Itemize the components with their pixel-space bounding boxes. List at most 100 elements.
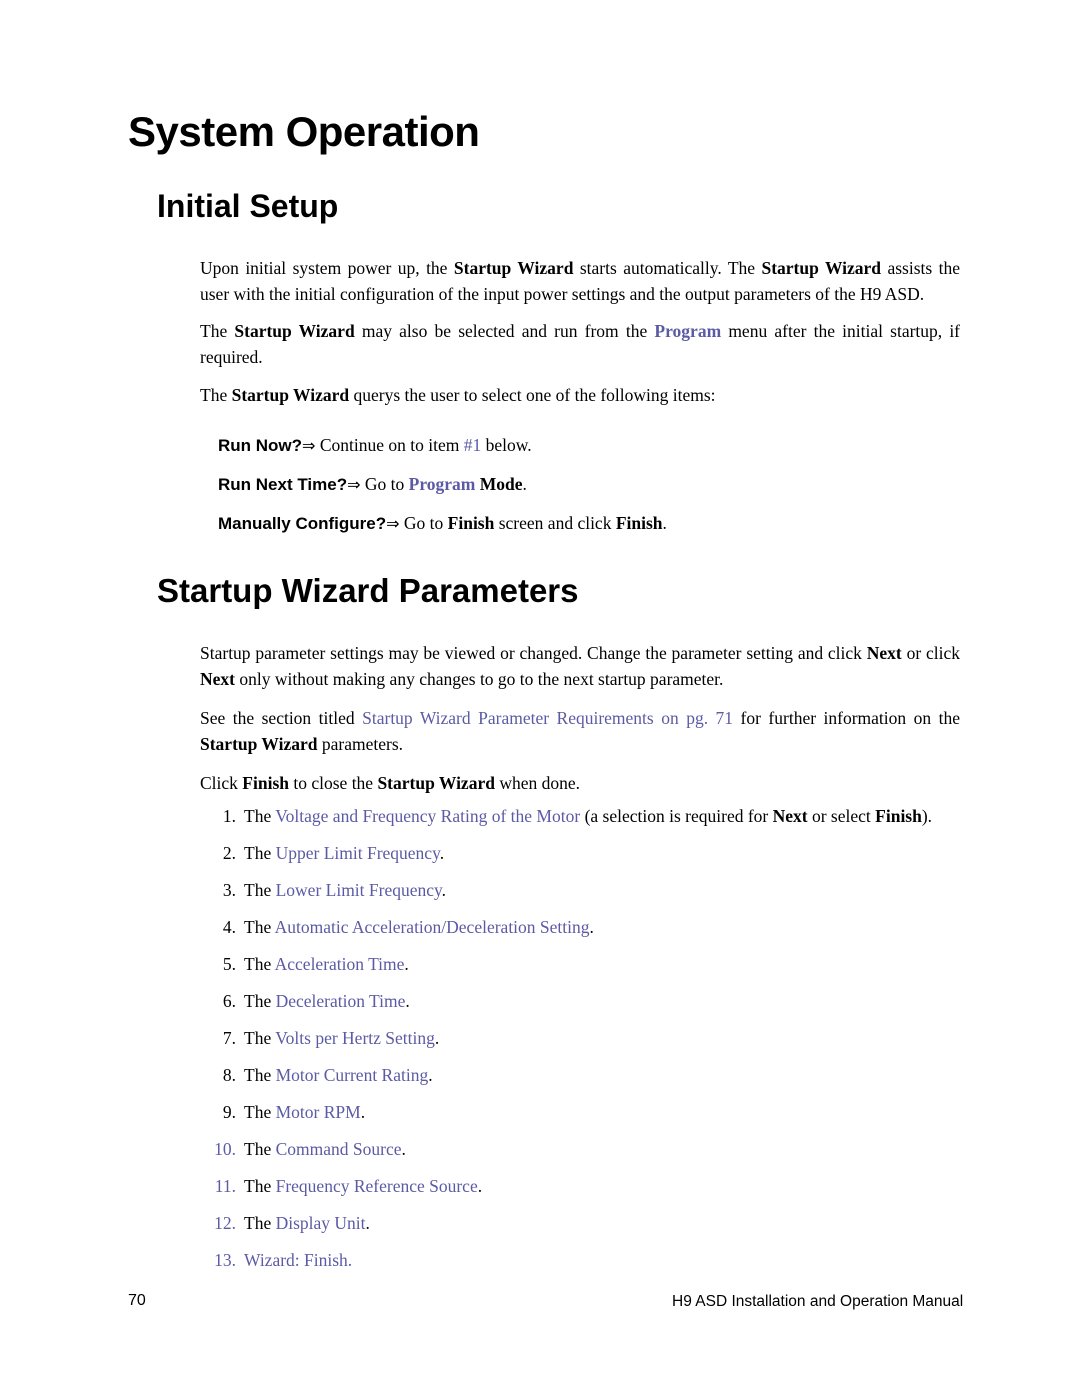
section-heading-initial-setup: Initial Setup bbox=[157, 188, 339, 224]
text-run: (a selection is required for bbox=[580, 806, 773, 826]
list-item-number: 11. bbox=[214, 1176, 236, 1196]
list-item-number: 9. bbox=[222, 1102, 236, 1122]
list-item: 10. The Command Source. bbox=[200, 1139, 960, 1176]
text-run: The bbox=[244, 1213, 276, 1233]
query-label: Run Next Time? bbox=[218, 475, 348, 494]
text-run: . bbox=[404, 954, 409, 974]
text-run: for further information on the bbox=[733, 708, 960, 728]
text-run: The bbox=[244, 1176, 276, 1196]
text-run: Continue on to item bbox=[315, 435, 464, 455]
text-run: See the section titled bbox=[200, 708, 363, 728]
text-run: parameters. bbox=[317, 734, 404, 754]
text-run: . bbox=[360, 1102, 366, 1122]
list-item-text: The Acceleration Time. bbox=[244, 954, 960, 975]
text-run-bold: Next bbox=[772, 806, 808, 826]
text-run: The bbox=[200, 385, 232, 405]
footer-page-number: 70 bbox=[128, 1292, 146, 1309]
query-item-run-next-time: Run Next Time?⇒ Go to Program Mode. bbox=[218, 471, 527, 498]
text-run: . bbox=[589, 917, 594, 937]
list-item-text: The Motor Current Rating. bbox=[244, 1065, 960, 1086]
query-item-run-now: Run Now?⇒ Continue on to item #1 below. bbox=[218, 432, 532, 459]
text-run-bold: Startup Wizard bbox=[231, 385, 350, 405]
list-item: 5. The Acceleration Time. bbox=[200, 954, 960, 991]
text-run: . bbox=[662, 513, 667, 533]
cross-reference-link[interactable]: Deceleration Time bbox=[276, 991, 406, 1011]
cross-reference-link[interactable]: Automatic Acceleration/Deceleration Sett… bbox=[275, 917, 590, 937]
text-run-bold: Startup Wizard bbox=[761, 258, 882, 278]
cross-reference-link[interactable]: Program bbox=[409, 474, 476, 494]
document-page: System Operation Initial Setup Upon init… bbox=[0, 0, 1080, 1397]
text-run: Go to bbox=[399, 513, 448, 533]
cross-reference-link[interactable]: Volts per Hertz Setting bbox=[275, 1028, 435, 1048]
text-run: Go to bbox=[360, 474, 409, 494]
list-item-text: The Command Source. bbox=[244, 1139, 960, 1160]
section-heading-startup-wizard-parameters: Startup Wizard Parameters bbox=[157, 572, 579, 609]
list-item-number: 6. bbox=[222, 991, 236, 1011]
text-run-bold: Startup Wizard bbox=[200, 734, 318, 754]
paragraph-see-section: See the section titled Startup Wizard Pa… bbox=[200, 705, 960, 757]
text-run-bold: Next bbox=[200, 669, 235, 689]
list-item-number: 13. bbox=[214, 1250, 236, 1270]
text-run: . bbox=[347, 1250, 353, 1270]
list-item-text: The Volts per Hertz Setting. bbox=[244, 1028, 960, 1049]
cross-reference-link[interactable]: Acceleration Time bbox=[275, 954, 405, 974]
list-item: 2. The Upper Limit Frequency. bbox=[200, 843, 960, 880]
paragraph-parameter-settings: Startup parameter settings may be viewed… bbox=[200, 640, 960, 692]
text-run-bold: Finish bbox=[615, 513, 663, 533]
text-run: . bbox=[365, 1213, 370, 1233]
cross-reference-link[interactable]: Frequency Reference Source bbox=[276, 1176, 478, 1196]
text-run: The bbox=[244, 917, 275, 937]
text-run-bold: Mode bbox=[479, 474, 523, 494]
list-item: 4. The Automatic Acceleration/Decelerati… bbox=[200, 917, 960, 954]
list-item-text: The Automatic Acceleration/Deceleration … bbox=[244, 917, 960, 938]
list-item: 7. The Volts per Hertz Setting. bbox=[200, 1028, 960, 1065]
text-run-bold: Finish bbox=[447, 513, 495, 533]
cross-reference-link[interactable]: Startup Wizard Parameter Requirements on… bbox=[362, 708, 733, 728]
list-item-text: The Deceleration Time. bbox=[244, 991, 960, 1012]
text-run: when done. bbox=[494, 773, 581, 793]
text-run: below. bbox=[481, 435, 532, 455]
text-run: . bbox=[428, 1065, 433, 1085]
text-run: The bbox=[244, 843, 276, 863]
paragraph-startup-wizard-intro: Upon initial system power up, the Startu… bbox=[200, 255, 960, 307]
list-item-number: 1. bbox=[222, 806, 236, 826]
text-run: The bbox=[244, 991, 276, 1011]
cross-reference-link[interactable]: Voltage and Frequency Rating of the Moto… bbox=[275, 806, 580, 826]
text-run: . bbox=[439, 843, 445, 863]
list-item-text: The Lower Limit Frequency. bbox=[244, 880, 960, 901]
text-run: The bbox=[244, 880, 276, 900]
cross-reference-link[interactable]: Wizard: Finish bbox=[244, 1250, 348, 1270]
cross-reference-link[interactable]: Display Unit bbox=[276, 1213, 366, 1233]
list-item: 12. The Display Unit. bbox=[200, 1213, 960, 1250]
list-item-number: 4. bbox=[222, 917, 236, 937]
list-item-text: The Frequency Reference Source. bbox=[244, 1176, 960, 1197]
text-run: Startup parameter settings may be viewed… bbox=[200, 643, 867, 663]
text-run: The bbox=[244, 1139, 276, 1159]
cross-reference-link[interactable]: Program bbox=[654, 321, 721, 341]
text-run: The bbox=[244, 954, 275, 974]
text-run-bold: Finish bbox=[242, 773, 289, 793]
list-item: 6. The Deceleration Time. bbox=[200, 991, 960, 1028]
text-run: may also be selected and run from the bbox=[354, 321, 655, 341]
cross-reference-link[interactable]: #1 bbox=[464, 435, 482, 455]
text-run: querys the user to select one of the fol… bbox=[349, 385, 716, 405]
text-run: or select bbox=[807, 806, 876, 826]
text-run: The bbox=[244, 806, 276, 826]
cross-reference-link[interactable]: Upper Limit Frequency bbox=[276, 843, 440, 863]
text-run: or click bbox=[901, 643, 960, 663]
implies-arrow-icon: ⇒ bbox=[347, 475, 361, 494]
text-run: only without making any changes to go to… bbox=[234, 669, 724, 689]
list-item-number: 2. bbox=[222, 843, 236, 863]
cross-reference-link[interactable]: Lower Limit Frequency bbox=[276, 880, 442, 900]
list-item: 11. The Frequency Reference Source. bbox=[200, 1176, 960, 1213]
text-run: The bbox=[200, 321, 235, 341]
text-run: to close the bbox=[289, 773, 378, 793]
text-run: ). bbox=[921, 806, 933, 826]
text-run-bold: Startup Wizard bbox=[377, 773, 495, 793]
text-run: The bbox=[244, 1102, 276, 1122]
cross-reference-link[interactable]: Command Source bbox=[276, 1139, 402, 1159]
cross-reference-link[interactable]: Motor Current Rating bbox=[276, 1065, 429, 1085]
text-run-bold: Startup Wizard bbox=[453, 258, 574, 278]
cross-reference-link[interactable]: Motor RPM bbox=[276, 1102, 361, 1122]
text-run: . bbox=[401, 1139, 406, 1159]
